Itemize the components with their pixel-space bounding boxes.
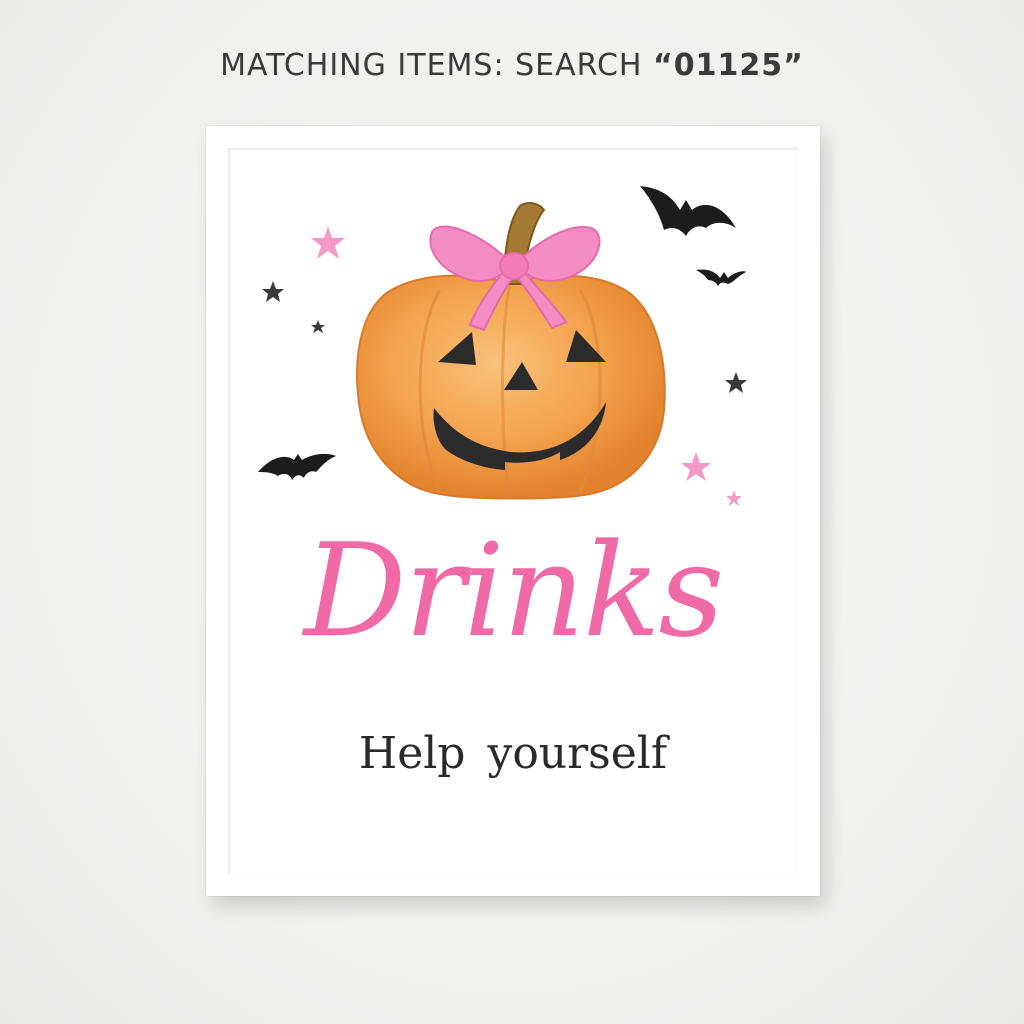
star-icon bbox=[681, 452, 711, 481]
star-icon bbox=[262, 281, 284, 302]
sign-subtitle: Help yourself bbox=[358, 728, 668, 779]
sign-title: Drinks bbox=[303, 517, 724, 666]
halloween-artwork bbox=[258, 186, 747, 506]
star-icon bbox=[726, 490, 742, 506]
pumpkin-icon bbox=[356, 202, 666, 500]
star-icon bbox=[311, 320, 325, 333]
bat-icon bbox=[640, 186, 736, 236]
bat-icon bbox=[258, 453, 336, 480]
bat-icon bbox=[696, 269, 746, 286]
star-icon bbox=[725, 372, 747, 393]
star-icon bbox=[311, 226, 345, 259]
